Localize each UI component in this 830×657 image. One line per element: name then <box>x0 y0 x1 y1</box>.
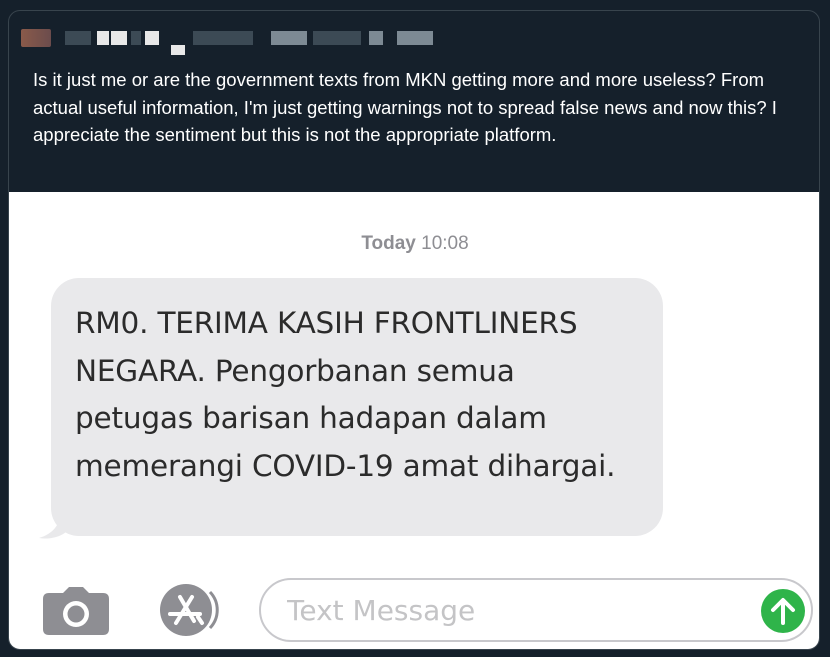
arrow-up-icon <box>771 598 795 625</box>
redacted-name-block <box>171 45 185 55</box>
tweet-card: Is it just me or are the government text… <box>8 10 820 650</box>
timestamp-day: Today <box>361 233 416 254</box>
redacted-name-block <box>111 31 127 45</box>
redacted-name-block <box>65 31 91 45</box>
message-input-box[interactable] <box>259 578 813 642</box>
app-store-button[interactable] <box>152 583 228 637</box>
redacted-handle-block <box>397 31 433 45</box>
message-text: RM0. TERIMA KASIH FRONTLINERS NEGARA. Pe… <box>75 306 616 483</box>
incoming-message-bubble: RM0. TERIMA KASIH FRONTLINERS NEGARA. Pe… <box>51 278 663 536</box>
timestamp-time: 10:08 <box>421 233 469 254</box>
app-store-icon <box>160 584 219 636</box>
redacted-name-block <box>97 31 109 45</box>
redacted-name-block <box>145 31 159 45</box>
sms-screenshot: Today 10:08 RM0. TERIMA KASIH FRONTLINER… <box>9 192 819 649</box>
redacted-handle-block <box>369 31 383 45</box>
redacted-name-block <box>193 31 253 45</box>
redacted-avatar <box>21 29 51 47</box>
send-button[interactable] <box>761 589 805 633</box>
tweet-header <box>9 11 819 63</box>
camera-icon <box>43 587 109 635</box>
compose-bar <box>9 567 819 649</box>
message-timestamp: Today 10:08 <box>9 233 819 255</box>
redacted-handle-block <box>271 31 307 45</box>
tweet-text: Is it just me or are the government text… <box>33 69 783 145</box>
redacted-handle-block <box>313 31 361 45</box>
camera-button[interactable] <box>43 587 109 635</box>
redacted-name-block <box>131 31 141 45</box>
message-input[interactable] <box>287 590 727 630</box>
